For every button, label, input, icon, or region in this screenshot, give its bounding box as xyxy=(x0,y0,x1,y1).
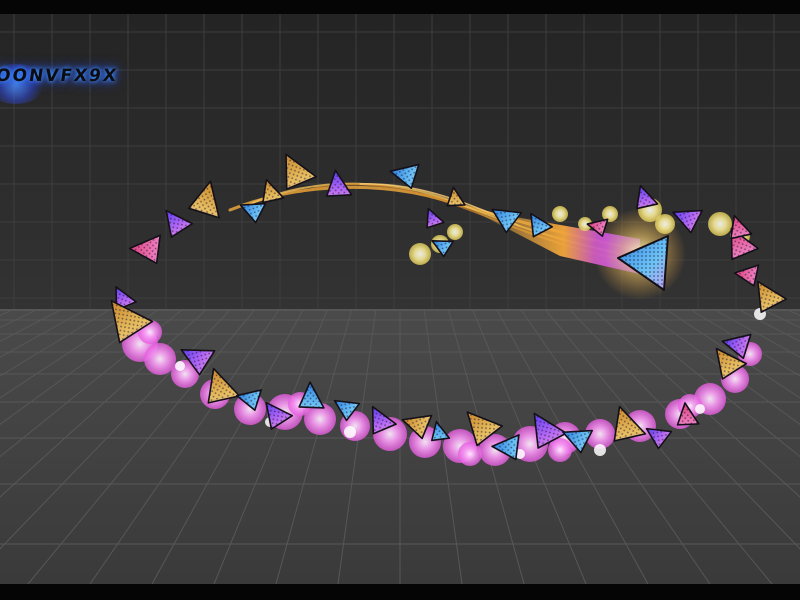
smoke-puff xyxy=(175,361,185,371)
smoke-puff xyxy=(708,212,732,236)
letterbox-bottom xyxy=(0,584,800,600)
watermark-logo: OONVFX9X xyxy=(0,66,120,86)
smoke-puff xyxy=(695,404,705,414)
vfx-scene xyxy=(0,14,800,584)
game-viewport: OONVFX9X xyxy=(0,14,800,584)
smoke-puff xyxy=(409,243,431,265)
smoke-puff xyxy=(458,442,482,466)
letterbox-top xyxy=(0,0,800,14)
smoke-puff xyxy=(447,224,463,240)
smoke-puff xyxy=(594,444,606,456)
smoke-puff xyxy=(144,343,176,375)
smoke-puff xyxy=(552,206,568,222)
smoke-puff xyxy=(344,426,356,438)
smoke-puff xyxy=(655,214,675,234)
